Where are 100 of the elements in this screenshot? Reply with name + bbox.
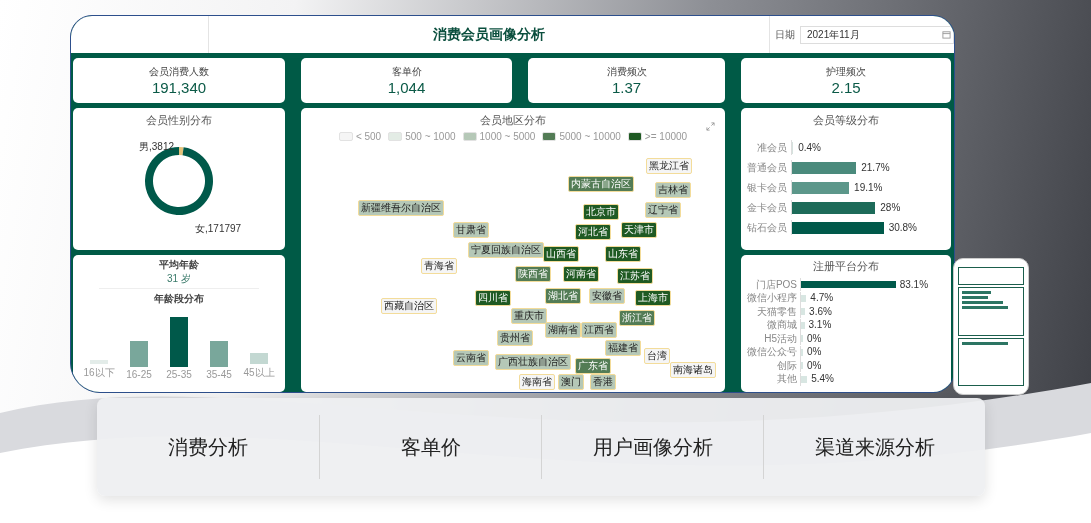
legend-swatch[interactable] [462,132,477,141]
tab[interactable]: 用户画像分析 [541,415,763,479]
province-region[interactable]: 云南省 [453,350,489,366]
average-age-value: 31 岁 [167,272,191,286]
legend-swatch[interactable] [542,132,557,141]
dashboard-title: 消费会员画像分析 [432,24,546,44]
province-region[interactable]: 福建省 [605,340,641,356]
province-region[interactable]: 辽宁省 [645,202,681,218]
kpi-label: 会员消费人数 [149,65,209,79]
province-region[interactable]: 西藏自治区 [381,298,437,314]
kpi-value: 191,340 [151,79,207,96]
province-region[interactable]: 浙江省 [619,310,655,326]
province-region[interactable]: 湖北省 [545,288,581,304]
bar-label: 微信公众号 [746,346,798,359]
chart-bar [130,341,148,367]
chart-bar [210,341,228,367]
bar-value: 5.4% [811,373,834,386]
calendar-icon[interactable] [942,30,951,39]
province-region[interactable]: 重庆市 [511,308,547,324]
chart-bar [250,353,268,364]
legend-swatch[interactable] [627,132,642,141]
bar-value: 4.7% [810,292,834,305]
bar-label: 创际 [776,359,798,372]
panel-title: 会员等级分布 [813,113,879,128]
bar-label: 微商城 [766,319,798,332]
axis-label: 25-35 [166,369,192,380]
province-region[interactable]: 台湾 [644,348,670,364]
bar-label: 普通会员 [746,160,788,175]
province-region[interactable]: 贵州省 [497,330,533,346]
kpi-value: 1,044 [387,79,426,96]
panel-title: 会员性别分布 [146,113,212,128]
province-region[interactable]: 广西壮族自治区 [495,354,571,370]
bar-value: 0% [807,359,822,372]
province-region[interactable]: 香港 [590,374,616,390]
bar-value: 3.1% [808,319,832,332]
province-region[interactable]: 内蒙古自治区 [568,176,634,192]
data-label: 女,171797 [195,222,242,236]
legend-label: 500 ~ 1000 [405,131,456,142]
legend-label: >= 10000 [644,131,688,142]
province-region[interactable]: 甘肃省 [453,222,489,238]
legend-swatch[interactable] [388,132,403,141]
bar-value: 21.7% [861,162,890,173]
chart-bar [170,317,188,367]
province-region[interactable]: 吉林省 [655,182,691,198]
bar-label: 微信小程序 [746,292,798,305]
kpi-value: 1.37 [611,79,642,96]
axis-label: 45以上 [243,366,275,380]
legend-label: < 500 [355,131,382,142]
province-region[interactable]: 广东省 [575,358,611,374]
province-region[interactable]: 江苏省 [617,268,653,284]
bar-value: 0% [807,346,822,359]
province-region[interactable]: 四川省 [475,290,511,306]
province-region[interactable]: 宁夏回族自治区 [468,242,544,258]
province-region[interactable]: 湖南省 [545,322,581,338]
bar-label: 钻石会员 [746,220,788,235]
province-region[interactable]: 北京市 [583,204,619,220]
kpi-label: 护理频次 [826,65,866,79]
province-region[interactable]: 山西省 [543,246,579,262]
province-region[interactable]: 河北省 [575,224,611,240]
panel-title: 注册平台分布 [813,259,879,274]
tab[interactable]: 消费分析 [97,415,319,479]
kpi-label: 消费频次 [606,65,647,79]
province-region[interactable]: 上海市 [635,290,671,306]
axis-label: 35-45 [206,369,232,380]
province-region[interactable]: 江西省 [581,322,617,338]
data-label: 男,3812 [139,140,175,154]
panel-title: 年龄段分布 [154,292,204,306]
province-region[interactable]: 海南省 [519,374,555,390]
bar-label: 其他 [776,373,798,386]
bar-value: 19.1% [854,182,883,193]
tab[interactable]: 渠道来源分析 [763,415,985,479]
province-region[interactable]: 陕西省 [515,266,551,282]
bar-label: 天猫零售 [756,305,798,318]
province-region[interactable]: 澳门 [558,374,584,390]
panel-title: 会员地区分布 [480,113,546,128]
bar-label: H5活动 [763,332,798,345]
expand-icon[interactable] [706,122,715,131]
legend-swatch[interactable] [338,132,353,141]
axis-label: 16以下 [83,366,115,380]
date-label: 日期 [775,27,795,42]
province-region[interactable]: 河南省 [563,266,599,282]
province-region[interactable]: 天津市 [621,222,657,238]
legend-label: 5000 ~ 10000 [559,131,621,142]
province-region[interactable]: 安徽省 [589,288,625,304]
axis-label: 16-25 [126,369,152,380]
tab[interactable]: 客单价 [319,415,541,479]
province-region[interactable]: 青海省 [421,258,457,274]
kpi-label: 客单价 [391,65,422,79]
legend-label: 1000 ~ 5000 [479,131,536,142]
bar-label: 银卡会员 [746,180,788,195]
province-region[interactable]: 山东省 [605,246,641,262]
kpi-value: 2.15 [831,79,861,96]
bar-value: 0% [807,332,822,345]
province-region[interactable]: 新疆维吾尔自治区 [358,200,444,216]
date-field[interactable]: 2021年11月 [800,25,954,44]
province-region[interactable]: 南海诸岛 [670,362,716,378]
bar-label: 金卡会员 [746,200,788,215]
province-region[interactable]: 黑龙江省 [646,158,692,174]
bar-value: 0.4% [798,142,821,153]
bar-value: 3.6% [809,305,832,318]
